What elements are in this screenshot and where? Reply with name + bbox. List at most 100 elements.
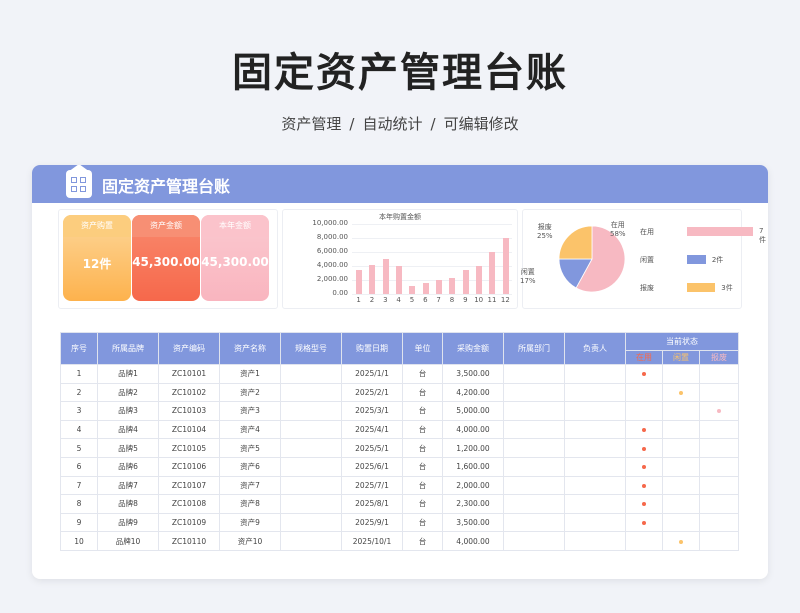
- row-brand-cell[interactable]: 品牌10: [97, 531, 159, 551]
- row-no-cell[interactable]: 1: [60, 364, 98, 384]
- row-owner-cell[interactable]: [564, 456, 626, 477]
- row-name-cell[interactable]: 资产6: [219, 456, 281, 477]
- row-date-cell[interactable]: 2025/9/1: [341, 512, 403, 533]
- row-code-cell[interactable]: ZC10105: [158, 438, 220, 458]
- table-row[interactable]: 4 品牌4 ZC10104 资产4 2025/4/1 台 4,000.00: [60, 419, 739, 440]
- row-owner-cell[interactable]: [564, 438, 626, 458]
- row-amount-cell[interactable]: 3,500.00: [442, 364, 504, 384]
- row-no-cell[interactable]: 3: [60, 401, 98, 421]
- row-code-cell[interactable]: ZC10108: [158, 494, 220, 514]
- row-dept-cell[interactable]: [503, 438, 565, 458]
- row-code-cell[interactable]: ZC10104: [158, 419, 220, 440]
- row-no-cell[interactable]: 6: [60, 456, 98, 477]
- row-amount-cell[interactable]: 3,500.00: [442, 512, 504, 533]
- row-unit-cell[interactable]: 台: [402, 456, 443, 477]
- row-date-cell[interactable]: 2025/3/1: [341, 401, 403, 421]
- row-unit-cell[interactable]: 台: [402, 419, 443, 440]
- row-dept-cell[interactable]: [503, 475, 565, 496]
- table-row[interactable]: 7 品牌7 ZC10107 资产7 2025/7/1 台 2,000.00: [60, 475, 739, 496]
- row-no-cell[interactable]: 4: [60, 419, 98, 440]
- row-spec-cell[interactable]: [280, 494, 342, 514]
- row-brand-cell[interactable]: 品牌9: [97, 512, 159, 533]
- row-no-cell[interactable]: 9: [60, 512, 98, 533]
- row-date-cell[interactable]: 2025/10/1: [341, 531, 403, 551]
- row-brand-cell[interactable]: 品牌4: [97, 419, 159, 440]
- row-spec-cell[interactable]: [280, 382, 342, 403]
- row-no-cell[interactable]: 2: [60, 382, 98, 403]
- row-date-cell[interactable]: 2025/6/1: [341, 456, 403, 477]
- row-code-cell[interactable]: ZC10102: [158, 382, 220, 403]
- row-spec-cell[interactable]: [280, 364, 342, 384]
- row-brand-cell[interactable]: 品牌7: [97, 475, 159, 496]
- row-owner-cell[interactable]: [564, 494, 626, 514]
- row-brand-cell[interactable]: 品牌1: [97, 364, 159, 384]
- table-row[interactable]: 5 品牌5 ZC10105 资产5 2025/5/1 台 1,200.00: [60, 438, 739, 458]
- row-spec-cell[interactable]: [280, 475, 342, 496]
- row-no-cell[interactable]: 8: [60, 494, 98, 514]
- row-code-cell[interactable]: ZC10106: [158, 456, 220, 477]
- table-row[interactable]: 2 品牌2 ZC10102 资产2 2025/2/1 台 4,200.00: [60, 382, 739, 403]
- row-name-cell[interactable]: 资产7: [219, 475, 281, 496]
- row-dept-cell[interactable]: [503, 494, 565, 514]
- row-dept-cell[interactable]: [503, 531, 565, 551]
- row-spec-cell[interactable]: [280, 401, 342, 421]
- row-unit-cell[interactable]: 台: [402, 401, 443, 421]
- row-dept-cell[interactable]: [503, 382, 565, 403]
- row-date-cell[interactable]: 2025/4/1: [341, 419, 403, 440]
- row-unit-cell[interactable]: 台: [402, 475, 443, 496]
- table-row[interactable]: 10 品牌10 ZC10110 资产10 2025/10/1 台 4,000.00: [60, 531, 739, 551]
- row-unit-cell[interactable]: 台: [402, 531, 443, 551]
- row-spec-cell[interactable]: [280, 438, 342, 458]
- row-name-cell[interactable]: 资产9: [219, 512, 281, 533]
- table-row[interactable]: 8 品牌8 ZC10108 资产8 2025/8/1 台 2,300.00: [60, 494, 739, 514]
- table-row[interactable]: 1 品牌1 ZC10101 资产1 2025/1/1 台 3,500.00: [60, 364, 739, 384]
- row-unit-cell[interactable]: 台: [402, 382, 443, 403]
- row-code-cell[interactable]: ZC10107: [158, 475, 220, 496]
- row-amount-cell[interactable]: 4,200.00: [442, 382, 504, 403]
- row-amount-cell[interactable]: 2,300.00: [442, 494, 504, 514]
- row-code-cell[interactable]: ZC10110: [158, 531, 220, 551]
- row-brand-cell[interactable]: 品牌6: [97, 456, 159, 477]
- row-owner-cell[interactable]: [564, 419, 626, 440]
- row-unit-cell[interactable]: 台: [402, 494, 443, 514]
- row-date-cell[interactable]: 2025/5/1: [341, 438, 403, 458]
- row-brand-cell[interactable]: 品牌5: [97, 438, 159, 458]
- row-code-cell[interactable]: ZC10109: [158, 512, 220, 533]
- row-owner-cell[interactable]: [564, 531, 626, 551]
- row-date-cell[interactable]: 2025/1/1: [341, 364, 403, 384]
- row-dept-cell[interactable]: [503, 456, 565, 477]
- row-dept-cell[interactable]: [503, 512, 565, 533]
- row-name-cell[interactable]: 资产2: [219, 382, 281, 403]
- row-owner-cell[interactable]: [564, 512, 626, 533]
- row-date-cell[interactable]: 2025/7/1: [341, 475, 403, 496]
- row-unit-cell[interactable]: 台: [402, 438, 443, 458]
- table-row[interactable]: 3 品牌3 ZC10103 资产3 2025/3/1 台 5,000.00: [60, 401, 739, 421]
- table-row[interactable]: 9 品牌9 ZC10109 资产9 2025/9/1 台 3,500.00: [60, 512, 739, 533]
- row-name-cell[interactable]: 资产4: [219, 419, 281, 440]
- row-no-cell[interactable]: 5: [60, 438, 98, 458]
- row-amount-cell[interactable]: 5,000.00: [442, 401, 504, 421]
- row-amount-cell[interactable]: 1,200.00: [442, 438, 504, 458]
- row-spec-cell[interactable]: [280, 419, 342, 440]
- row-owner-cell[interactable]: [564, 382, 626, 403]
- row-amount-cell[interactable]: 1,600.00: [442, 456, 504, 477]
- row-code-cell[interactable]: ZC10103: [158, 401, 220, 421]
- row-brand-cell[interactable]: 品牌2: [97, 382, 159, 403]
- row-name-cell[interactable]: 资产3: [219, 401, 281, 421]
- row-owner-cell[interactable]: [564, 475, 626, 496]
- row-unit-cell[interactable]: 台: [402, 364, 443, 384]
- row-name-cell[interactable]: 资产5: [219, 438, 281, 458]
- row-no-cell[interactable]: 10: [60, 531, 98, 551]
- row-no-cell[interactable]: 7: [60, 475, 98, 496]
- row-spec-cell[interactable]: [280, 531, 342, 551]
- row-name-cell[interactable]: 资产10: [219, 531, 281, 551]
- row-brand-cell[interactable]: 品牌3: [97, 401, 159, 421]
- row-dept-cell[interactable]: [503, 419, 565, 440]
- row-owner-cell[interactable]: [564, 364, 626, 384]
- row-spec-cell[interactable]: [280, 512, 342, 533]
- row-date-cell[interactable]: 2025/2/1: [341, 382, 403, 403]
- row-date-cell[interactable]: 2025/8/1: [341, 494, 403, 514]
- row-name-cell[interactable]: 资产1: [219, 364, 281, 384]
- row-brand-cell[interactable]: 品牌8: [97, 494, 159, 514]
- table-row[interactable]: 6 品牌6 ZC10106 资产6 2025/6/1 台 1,600.00: [60, 456, 739, 477]
